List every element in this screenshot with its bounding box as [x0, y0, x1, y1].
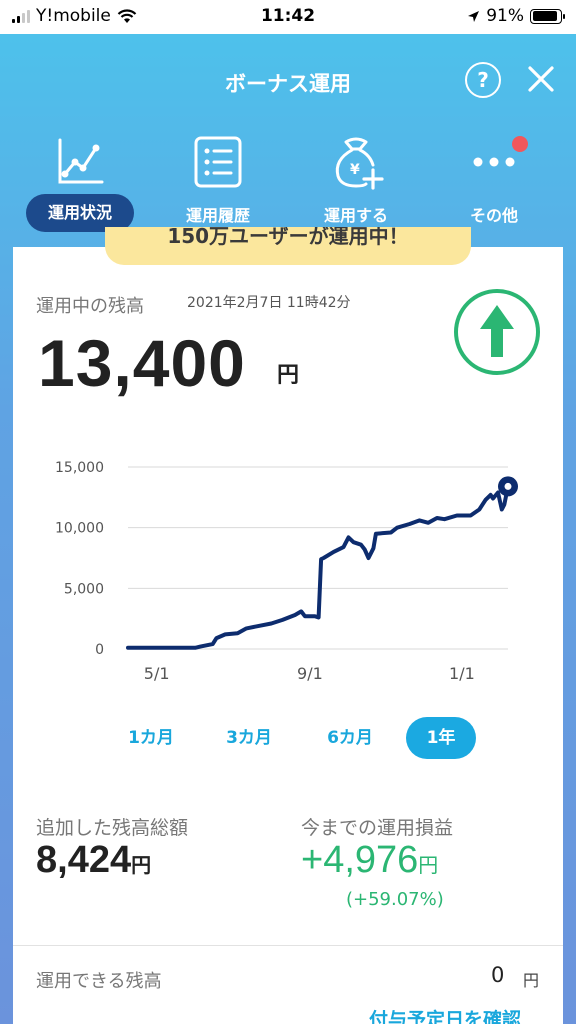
y-tick-label: 0	[95, 642, 104, 658]
period-1-year[interactable]: 1年	[406, 717, 476, 759]
help-button[interactable]: ?	[465, 62, 501, 98]
app-header: ボーナス運用 ?	[0, 34, 576, 126]
profit-loss-label: 今までの運用損益	[301, 817, 454, 839]
money-bag-plus-icon: ¥	[335, 137, 384, 190]
x-tick-label: 1/1	[449, 664, 475, 683]
balance-value: 13,400	[38, 326, 246, 400]
available-balance-unit: 円	[523, 971, 540, 990]
balance-date: 2021年2月7日 11時42分	[187, 295, 351, 311]
added-total-unit: 円	[131, 855, 152, 877]
banner-text: 150万ユーザーが運用中！	[167, 227, 409, 248]
period-6-months[interactable]: 6カ月	[315, 717, 385, 759]
balance-chart: 0 5,000 10,000 15,000 5/1 9/1 1/1	[55, 460, 518, 683]
divider	[13, 945, 563, 946]
x-tick-label: 9/1	[297, 664, 323, 683]
battery-level	[532, 11, 558, 21]
available-balance-value: 0	[491, 963, 505, 987]
check-scheduled-date-link[interactable]: 付与予定日を確認	[369, 1005, 521, 1024]
line-chart-icon	[58, 138, 104, 184]
profit-loss-percent: (+59.07%)	[346, 889, 444, 910]
period-3-months[interactable]: 3カ月	[214, 717, 284, 759]
tab-invest[interactable]: ¥ 運用する	[296, 126, 416, 236]
added-total-value: 8,424	[36, 839, 132, 881]
latest-point-center	[504, 482, 512, 490]
list-icon	[194, 136, 242, 188]
added-total-label: 追加した残高総額	[36, 817, 189, 839]
status-bar: Y!mobile 11:42 91%	[0, 0, 576, 34]
tab-status[interactable]: 運用状況	[20, 126, 140, 236]
tab-history-label: 運用履歴	[185, 206, 250, 225]
battery-percent: 91%	[486, 6, 524, 26]
user-count-banner: 150万ユーザーが運用中！	[105, 227, 471, 265]
y-tick-label: 10,000	[55, 521, 104, 537]
period-selector: 1カ月 3カ月 6カ月 1年	[13, 717, 563, 761]
y-tick-label: 5,000	[64, 581, 104, 597]
up-arrow-icon	[454, 289, 540, 375]
added-total-value-group: 8,424円	[36, 839, 151, 882]
profit-loss-value: +4,976	[301, 839, 419, 881]
svg-text:¥: ¥	[350, 162, 360, 178]
battery-icon	[530, 8, 565, 24]
tab-bar: 運用状況 運用履歴 ¥ 運用する その他	[0, 126, 576, 241]
period-1-month[interactable]: 1カ月	[116, 717, 186, 759]
close-icon[interactable]	[526, 64, 556, 94]
profit-loss-value-group: +4,976円	[301, 839, 438, 882]
balance-card: 150万ユーザーが運用中！ 運用中の残高 2021年2月7日 11時42分 13…	[13, 227, 563, 1024]
tab-history[interactable]: 運用履歴	[158, 126, 278, 236]
tab-invest-label: 運用する	[323, 206, 388, 225]
balance-unit: 円	[277, 363, 300, 388]
y-tick-label: 15,000	[55, 460, 104, 476]
notification-badge	[512, 136, 528, 152]
balance-series-line	[126, 484, 510, 650]
balance-label: 運用中の残高	[36, 296, 144, 317]
tab-other-label: その他	[469, 206, 518, 225]
status-right: 91%	[467, 6, 565, 26]
location-arrow-icon	[468, 10, 480, 22]
tab-other[interactable]: その他	[434, 126, 554, 236]
available-balance-label: 運用できる残高	[36, 971, 162, 992]
profit-loss-unit: 円	[418, 855, 439, 877]
x-tick-label: 5/1	[144, 664, 170, 683]
